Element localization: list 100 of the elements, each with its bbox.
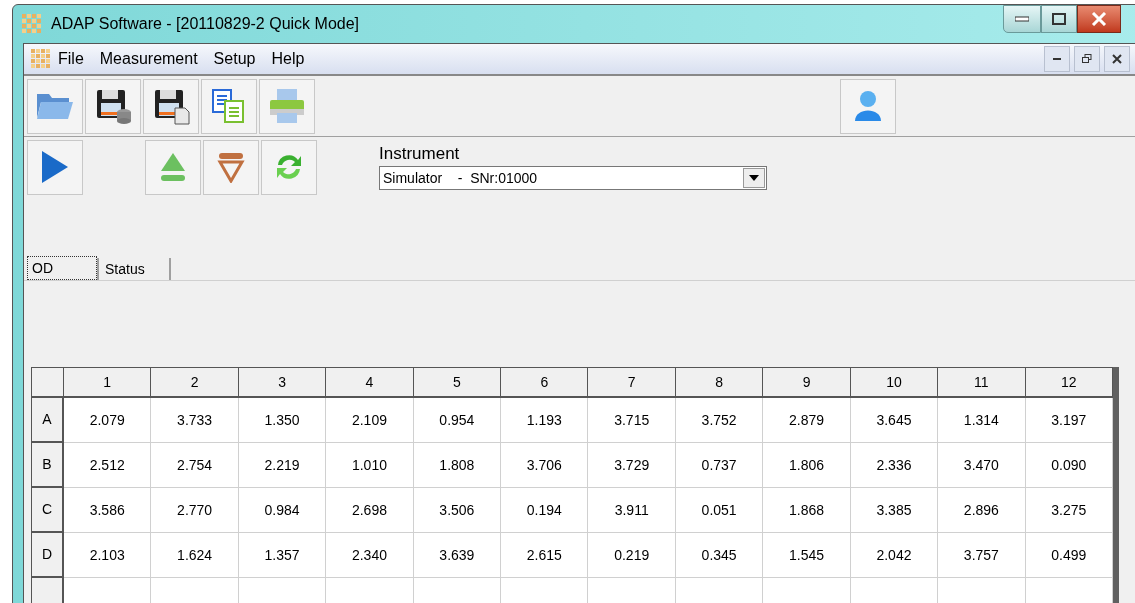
table-cell: 0.499 — [1025, 533, 1113, 578]
table-cell: 0.984 — [238, 488, 327, 533]
table-cell: 3.506 — [413, 488, 502, 533]
save-to-file-button[interactable] — [143, 78, 199, 134]
printer-icon — [267, 87, 307, 125]
row-header: C — [32, 488, 64, 533]
column-header: 4 — [326, 368, 414, 398]
column-header: 6 — [501, 368, 589, 398]
table-cell: 2.340 — [326, 533, 414, 578]
table-cell: 0.954 — [413, 398, 502, 443]
table-cell: 2.698 — [326, 488, 414, 533]
table-cell: 3.733 — [151, 398, 239, 443]
minimize-icon — [1053, 57, 1061, 61]
table-cell: 1.350 — [238, 398, 327, 443]
menu-item[interactable]: Measurement — [99, 47, 198, 71]
close-icon — [1091, 12, 1107, 26]
table-cell: 2.896 — [938, 488, 1026, 533]
caret-icon — [749, 175, 759, 181]
table-cell: 3.639 — [413, 533, 502, 578]
table-cell: 2.336 — [850, 443, 939, 488]
table-cell: 3.645 — [850, 398, 939, 443]
window-title: ADAP Software - [20110829-2 Quick Mode] — [51, 14, 359, 34]
table-cell: 2.109 — [326, 398, 414, 443]
row-header: B — [32, 443, 64, 488]
column-header: 12 — [1025, 368, 1113, 398]
table-cell: 1.806 — [763, 443, 851, 488]
table-cell: 1.357 — [238, 533, 327, 578]
play-icon — [40, 150, 70, 184]
table-cell: 0.737 — [675, 443, 764, 488]
column-header: 11 — [938, 368, 1026, 398]
row-header: A — [32, 398, 64, 443]
column-header: 10 — [850, 368, 939, 398]
triangle-down-icon — [217, 151, 245, 183]
column-header: 2 — [151, 368, 239, 398]
start-button[interactable] — [27, 139, 83, 195]
table-cell: 3.752 — [675, 398, 764, 443]
user-icon — [853, 89, 883, 123]
column-header: 7 — [588, 368, 676, 398]
maximize-icon — [1052, 13, 1066, 25]
app-icon — [21, 13, 43, 35]
table-cell: 3.729 — [588, 443, 676, 488]
column-header: 8 — [675, 368, 764, 398]
table-cell: 3.470 — [938, 443, 1026, 488]
table-cell: 0.090 — [1025, 443, 1113, 488]
column-header: 3 — [238, 368, 327, 398]
tab[interactable]: Status — [97, 258, 171, 280]
table-cell: 3.385 — [850, 488, 939, 533]
instrument-label: Instrument — [379, 144, 461, 164]
table-cell: 2.042 — [850, 533, 939, 578]
copy-button[interactable] — [201, 78, 257, 134]
menu-item[interactable]: Setup — [213, 47, 256, 71]
document-icon — [30, 48, 52, 70]
table-cell: 0.194 — [501, 488, 589, 533]
table-cell: 1.868 — [763, 488, 851, 533]
table-cell: 0.051 — [675, 488, 764, 533]
child-minimize-button[interactable] — [1044, 46, 1070, 72]
table-cell: 1.193 — [501, 398, 589, 443]
table-cell: 2.770 — [151, 488, 239, 533]
restore-icon — [1082, 54, 1092, 64]
table-cell: 0.219 — [588, 533, 676, 578]
tab[interactable]: OD — [27, 256, 97, 280]
dropdown-arrow-button[interactable] — [743, 168, 765, 188]
minimize-icon — [1015, 16, 1029, 22]
table-cell: 2.615 — [501, 533, 589, 578]
table-cell: 3.275 — [1025, 488, 1113, 533]
instrument-dropdown[interactable]: Simulator - SNr:01000 — [379, 166, 767, 190]
child-close-button[interactable] — [1104, 46, 1130, 72]
user-button[interactable] — [840, 78, 896, 134]
column-header: 1 — [64, 368, 152, 398]
table-cell: 2.079 — [64, 398, 152, 443]
column-header: 9 — [763, 368, 851, 398]
refresh-button[interactable] — [261, 139, 317, 195]
menu-item[interactable]: File — [58, 47, 84, 71]
table-cell: 2.103 — [64, 533, 152, 578]
close-button[interactable] — [1077, 5, 1121, 33]
table-cell: 3.715 — [588, 398, 676, 443]
column-header: 5 — [413, 368, 502, 398]
table-cell: 1.808 — [413, 443, 502, 488]
table-cell: 3.706 — [501, 443, 589, 488]
row-header: D — [32, 533, 64, 578]
close-icon — [1112, 54, 1122, 64]
triangle-up-icon — [159, 151, 187, 183]
table-cell: 3.586 — [64, 488, 152, 533]
table-cell: 1.545 — [763, 533, 851, 578]
save-to-database-button[interactable] — [85, 78, 141, 134]
table-cell: 1.624 — [151, 533, 239, 578]
table-cell: 1.314 — [938, 398, 1026, 443]
eject-down-button[interactable] — [203, 139, 259, 195]
table-cell: 2.512 — [64, 443, 152, 488]
table-cell: 2.754 — [151, 443, 239, 488]
table-cell: 3.757 — [938, 533, 1026, 578]
table-cell: 0.345 — [675, 533, 764, 578]
table-cell: 2.879 — [763, 398, 851, 443]
table-cell: 3.197 — [1025, 398, 1113, 443]
table-cell: 1.010 — [326, 443, 414, 488]
menu-item[interactable]: Help — [271, 47, 305, 71]
table-cell: 3.911 — [588, 488, 676, 533]
table-cell: 2.219 — [238, 443, 327, 488]
child-restore-button[interactable] — [1074, 46, 1100, 72]
maximize-button[interactable] — [1041, 5, 1077, 33]
